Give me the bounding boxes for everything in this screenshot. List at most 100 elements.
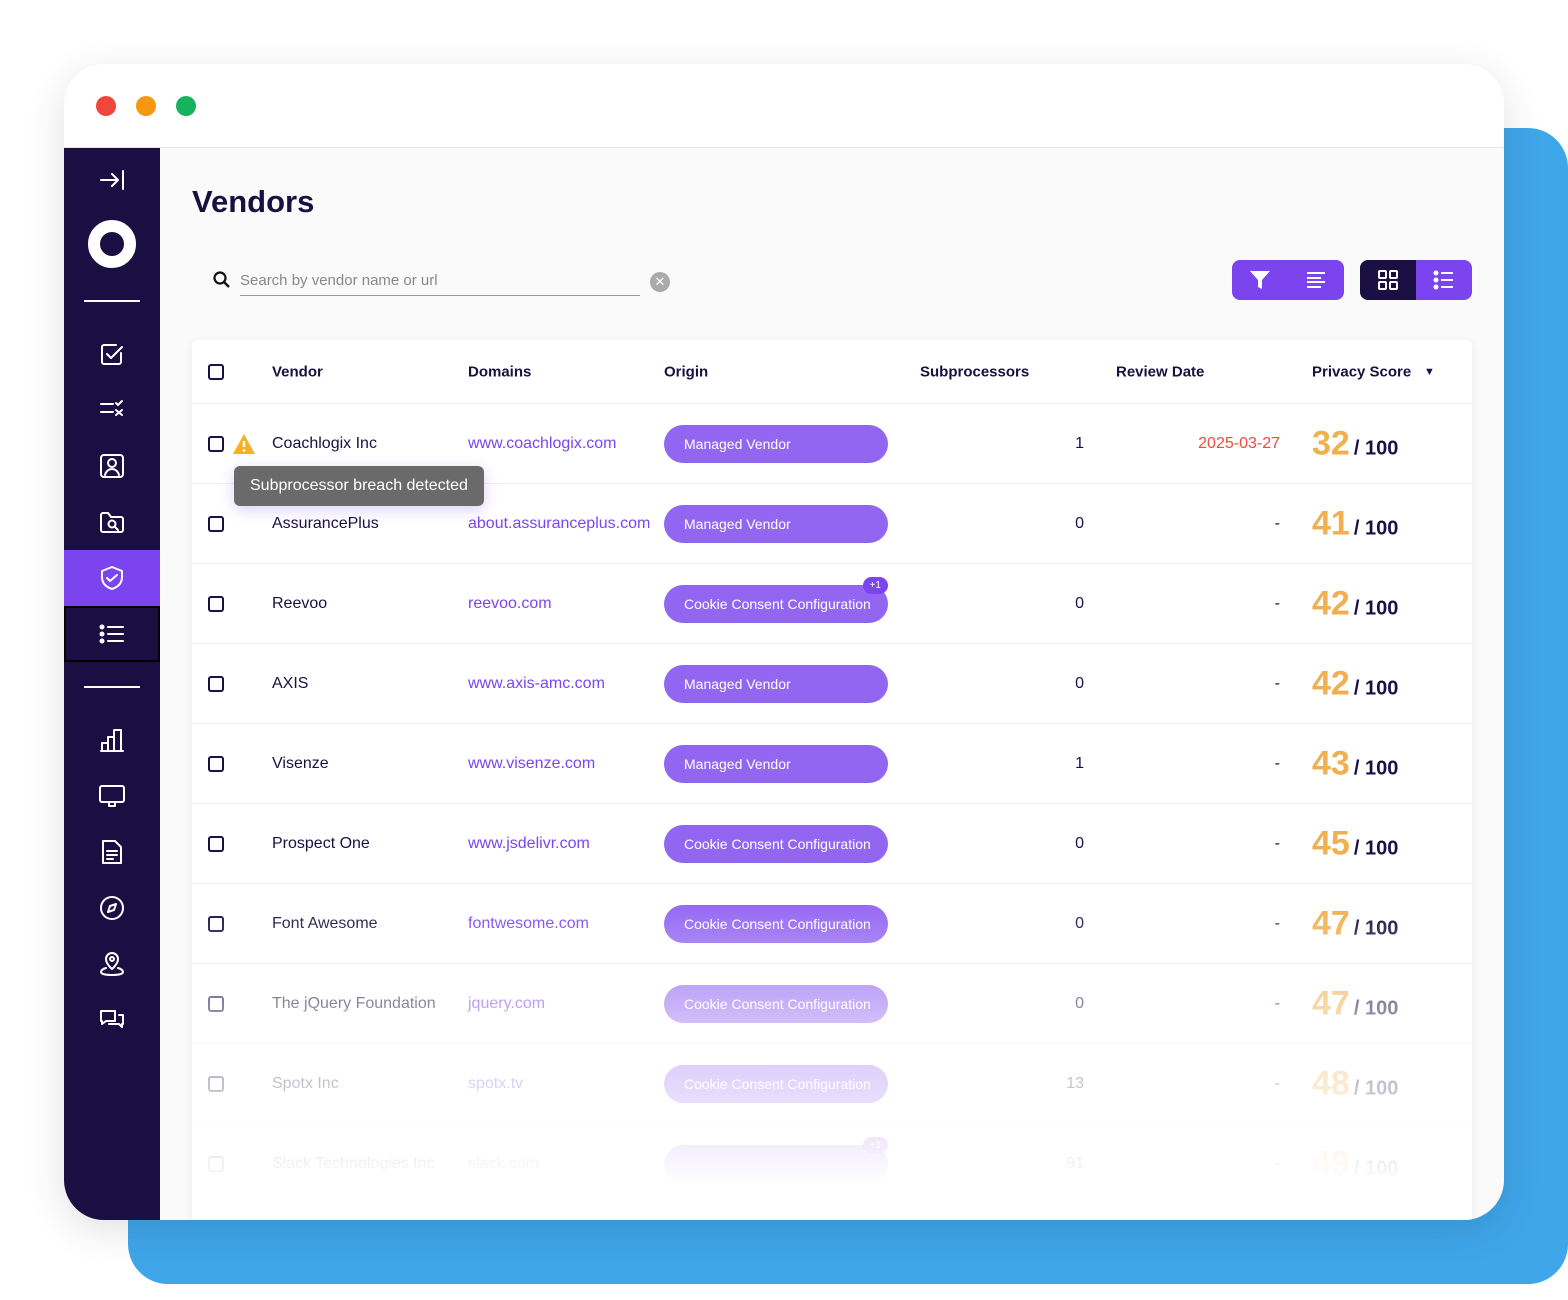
row-checkbox[interactable] <box>208 515 224 532</box>
vendor-domain-link[interactable]: www.visenze.com <box>468 755 595 773</box>
origin-badge[interactable]: Managed Vendor <box>664 664 888 703</box>
grid-view-button[interactable] <box>1360 260 1416 300</box>
page-title: Vendors <box>192 184 315 219</box>
review-date: - <box>1274 834 1280 852</box>
table-row[interactable]: Font Awesome fontwesome.com Cookie Conse… <box>192 884 1472 964</box>
vendor-domain-link[interactable]: about.assuranceplus.com <box>468 515 650 533</box>
origin-badge[interactable]: Cookie Consent Configuration +1 <box>664 576 888 623</box>
sidebar-item-discovery[interactable] <box>64 494 160 550</box>
score-max: / 100 <box>1353 1157 1399 1179</box>
row-checkbox[interactable] <box>208 595 224 612</box>
table-row[interactable]: Spotx Inc spotx.tv Cookie Consent Config… <box>192 1044 1472 1124</box>
col-origin[interactable]: Origin <box>664 363 708 380</box>
col-subprocessors[interactable]: Subprocessors <box>920 363 1029 380</box>
review-date: - <box>1274 914 1280 932</box>
grid-icon <box>1378 270 1398 290</box>
table-row[interactable]: Reevoo reevoo.com Cookie Consent Configu… <box>192 564 1472 644</box>
logo[interactable] <box>64 212 160 276</box>
vendor-domain-link[interactable]: www.jsdelivr.com <box>468 835 590 853</box>
select-all-checkbox[interactable] <box>208 363 224 380</box>
sidebar-item-vendors[interactable] <box>64 550 160 606</box>
subprocessors-count: 0 <box>1075 994 1084 1012</box>
sidebar-item-documents[interactable] <box>64 824 160 880</box>
subprocessors-count: 13 <box>1066 1074 1084 1092</box>
privacy-score: 47/ 100 <box>1312 904 1398 943</box>
origin-label: Cookie Consent Configuration <box>684 915 871 932</box>
sidebar-item-assessments[interactable] <box>64 380 160 436</box>
search-input[interactable] <box>240 266 640 296</box>
sidebar-item-websites[interactable] <box>64 768 160 824</box>
vendor-domain-link[interactable]: fontwesome.com <box>468 915 589 933</box>
origin-badge[interactable]: +1 <box>664 1136 888 1183</box>
minimize-window-button[interactable] <box>136 96 156 116</box>
sidebar-item-locations[interactable] <box>64 936 160 992</box>
subprocessors-count: 0 <box>1075 834 1084 852</box>
expand-sidebar-button[interactable] <box>64 152 160 208</box>
sidebar-item-vendor-list[interactable] <box>64 606 160 662</box>
sidebar <box>64 148 160 1220</box>
vendor-domain-link[interactable]: jquery.com <box>468 995 545 1013</box>
sort-desc-icon[interactable]: ▼ <box>1424 366 1435 378</box>
sidebar-item-profiles[interactable] <box>64 438 160 494</box>
row-checkbox[interactable] <box>208 1155 224 1172</box>
close-window-button[interactable] <box>96 96 116 116</box>
table-row[interactable]: Visenze www.visenze.com Managed Vendor 1… <box>192 724 1472 804</box>
table-row[interactable]: Prospect One www.jsdelivr.com Cookie Con… <box>192 804 1472 884</box>
row-checkbox[interactable] <box>208 1075 224 1092</box>
col-privacy-score[interactable]: Privacy Score <box>1312 363 1411 380</box>
row-checkbox[interactable] <box>208 995 224 1012</box>
sidebar-item-reports[interactable] <box>64 712 160 768</box>
divider <box>84 300 140 302</box>
origin-badge[interactable]: Managed Vendor <box>664 504 888 543</box>
vendor-name[interactable]: Visenze <box>272 755 329 773</box>
origin-label: Managed Vendor <box>684 675 791 692</box>
origin-badge[interactable]: Cookie Consent Configuration <box>664 984 888 1023</box>
vendor-name[interactable]: Font Awesome <box>272 915 378 933</box>
vendor-name[interactable]: Spotx Inc <box>272 1075 339 1093</box>
sort-button[interactable] <box>1288 260 1344 300</box>
row-checkbox[interactable] <box>208 675 224 692</box>
score-max: / 100 <box>1353 917 1399 939</box>
sidebar-item-explore[interactable] <box>64 880 160 936</box>
subprocessors-count: 0 <box>1075 594 1084 612</box>
folder-search-icon <box>100 512 124 533</box>
origin-badge[interactable]: Managed Vendor <box>664 744 888 783</box>
vendor-name[interactable]: Slack Technologies Inc <box>272 1155 434 1173</box>
vendor-domain-link[interactable]: reevoo.com <box>468 595 552 613</box>
table-row[interactable]: The jQuery Foundation jquery.com Cookie … <box>192 964 1472 1044</box>
app-window: Vendors ✕ Vendor Domains Origin Subproce… <box>64 64 1504 1220</box>
col-domains[interactable]: Domains <box>468 363 531 380</box>
row-checkbox[interactable] <box>208 435 224 452</box>
col-review-date[interactable]: Review Date <box>1116 363 1204 380</box>
origin-badge[interactable]: Managed Vendor <box>664 424 888 463</box>
origin-badge[interactable]: Cookie Consent Configuration <box>664 824 888 863</box>
clear-search-button[interactable]: ✕ <box>650 272 670 292</box>
row-checkbox[interactable] <box>208 915 224 932</box>
table-row[interactable]: Slack Technologies Inc slack.com +1 91 -… <box>192 1124 1472 1204</box>
warning-icon[interactable] <box>232 433 256 455</box>
vendor-name[interactable]: AssurancePlus <box>272 515 379 533</box>
origin-badge[interactable]: Cookie Consent Configuration <box>664 904 888 943</box>
vendor-name[interactable]: Prospect One <box>272 835 370 853</box>
checkbox-icon <box>101 344 123 365</box>
vendor-domain-link[interactable]: www.coachlogix.com <box>468 435 617 453</box>
origin-badge[interactable]: Cookie Consent Configuration <box>664 1064 888 1103</box>
table-row[interactable]: AXIS www.axis-amc.com Managed Vendor 0 -… <box>192 644 1472 724</box>
vendor-name[interactable]: Coachlogix Inc <box>272 435 377 453</box>
score-value: 42 <box>1312 584 1350 622</box>
vendor-name[interactable]: AXIS <box>272 675 308 693</box>
vendor-name[interactable]: Reevoo <box>272 595 327 613</box>
vendor-domain-link[interactable]: slack.com <box>468 1155 539 1173</box>
vendor-name[interactable]: The jQuery Foundation <box>272 995 436 1013</box>
sidebar-item-messages[interactable] <box>64 992 160 1048</box>
sidebar-item-tasks[interactable] <box>64 326 160 382</box>
col-vendor[interactable]: Vendor <box>272 363 323 380</box>
privacy-score: 43/ 100 <box>1312 744 1398 783</box>
row-checkbox[interactable] <box>208 835 224 852</box>
vendor-domain-link[interactable]: www.axis-amc.com <box>468 675 605 693</box>
vendor-domain-link[interactable]: spotx.tv <box>468 1075 523 1093</box>
row-checkbox[interactable] <box>208 755 224 772</box>
filter-button[interactable] <box>1232 260 1288 300</box>
maximize-window-button[interactable] <box>176 96 196 116</box>
list-view-button[interactable] <box>1416 260 1472 300</box>
